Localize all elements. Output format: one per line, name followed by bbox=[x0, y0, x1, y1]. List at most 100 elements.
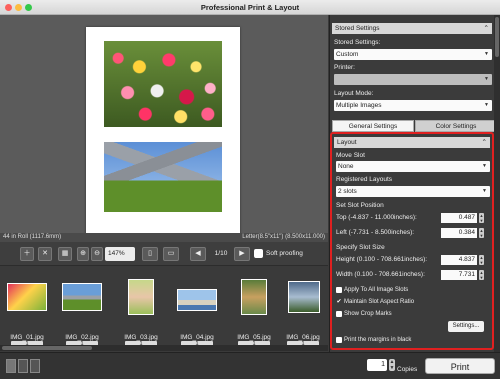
thumbnail-name: IMG_03.jpg bbox=[124, 334, 158, 341]
thumbnail-name: IMG_04.jpg bbox=[180, 334, 214, 341]
thumbnail-item[interactable]: IMG_03.jpg 1 bbox=[116, 277, 166, 348]
delete-image-button[interactable]: ✕ bbox=[38, 247, 52, 261]
preview-toolbar: ＋ ✕ ▦ ⊕ ⊖ 147% ▯ ▭ ◀ 1/10 ▶ Soft proofin… bbox=[0, 242, 328, 266]
thumbnail-image bbox=[62, 283, 102, 311]
copies-label: Copies bbox=[397, 366, 418, 373]
print-preview bbox=[0, 15, 328, 235]
thumbnail-scrollbar[interactable] bbox=[0, 345, 328, 351]
height-label: Height (0.100 - 708.661inches): bbox=[336, 256, 428, 263]
show-crop-marks-checkbox[interactable] bbox=[336, 311, 342, 317]
move-slot-select[interactable]: None ▼ bbox=[336, 161, 490, 172]
chevron-up-icon: ⌃ bbox=[481, 139, 487, 146]
chevron-down-icon: ▼ bbox=[484, 102, 489, 108]
image-slot-2[interactable] bbox=[104, 142, 222, 212]
maintain-aspect-checkbox[interactable]: ✔ bbox=[336, 299, 342, 305]
title-bar: Professional Print & Layout bbox=[0, 0, 500, 15]
left-input[interactable]: 0.384 bbox=[441, 228, 477, 238]
chevron-down-icon: ▼ bbox=[482, 188, 487, 194]
arrow-right-icon: ▶ bbox=[239, 250, 245, 257]
thumbnail-name: IMG_01.jpg bbox=[10, 334, 44, 341]
view-mode-list-button[interactable] bbox=[30, 359, 40, 373]
thumbnail-item[interactable]: IMG_04.jpg 1 bbox=[172, 277, 222, 348]
maintain-aspect-label: Maintain Slot Aspect Ratio bbox=[344, 299, 415, 305]
add-image-icon: ＋ bbox=[23, 250, 31, 257]
layout-options-button[interactable]: ▭ bbox=[163, 247, 179, 261]
scrollbar-thumb[interactable] bbox=[495, 17, 499, 57]
settings-panel: Stored Settings ⌃ Stored Settings: Custo… bbox=[329, 15, 500, 352]
add-image-button[interactable]: ＋ bbox=[20, 247, 34, 261]
copies-input[interactable]: 1 bbox=[367, 359, 387, 371]
stored-settings-select[interactable]: Custom ▼ bbox=[334, 49, 492, 60]
printer-select[interactable]: ▼ bbox=[334, 74, 492, 85]
thumbnail-item[interactable]: IMG_06.jpg 1 bbox=[278, 277, 328, 348]
apply-all-slots-label: Apply To All Image Slots bbox=[344, 287, 409, 293]
left-stepper[interactable]: ▲ ▼ bbox=[479, 228, 484, 238]
top-label: Top (-4.837 - 11.000inches): bbox=[336, 214, 417, 221]
zoom-out-button[interactable]: ⊖ bbox=[91, 247, 103, 261]
scrollbar-thumb[interactable] bbox=[2, 346, 92, 350]
registered-layouts-select[interactable]: 2 slots ▼ bbox=[336, 186, 490, 197]
paper-preview bbox=[86, 27, 240, 235]
soft-proofing-label: Soft proofing bbox=[266, 250, 303, 257]
thumbnail-name: IMG_02.jpg bbox=[65, 334, 99, 341]
settings-button[interactable]: Settings... bbox=[448, 321, 484, 332]
top-stepper[interactable]: ▲ ▼ bbox=[479, 213, 484, 223]
print-margins-checkbox[interactable] bbox=[336, 337, 342, 343]
next-page-button[interactable]: ▶ bbox=[234, 247, 250, 261]
thumbnail-item[interactable]: IMG_02.jpg 1 bbox=[57, 277, 107, 348]
image-slot-1[interactable] bbox=[104, 41, 222, 127]
width-input[interactable]: 7.731 bbox=[441, 270, 477, 280]
roll-info: 44 in Roll (1117.6mm) bbox=[3, 234, 62, 240]
thumbnail-name: IMG_06.jpg bbox=[286, 334, 320, 341]
page-icon: ▯ bbox=[148, 250, 152, 257]
layout-mode-select[interactable]: Multiple Images ▼ bbox=[334, 100, 492, 111]
height-stepper[interactable]: ▲ ▼ bbox=[479, 255, 484, 265]
chevron-down-icon: ▼ bbox=[482, 163, 487, 169]
soft-proofing-checkbox[interactable] bbox=[254, 249, 263, 258]
arrange-button[interactable]: ▦ bbox=[58, 247, 72, 261]
layout-header[interactable]: Layout ⌃ bbox=[334, 137, 490, 148]
specify-slot-size-label: Specify Slot Size bbox=[336, 244, 385, 251]
chevron-up-icon: ⌃ bbox=[483, 25, 489, 32]
stored-settings-label: Stored Settings: bbox=[334, 39, 381, 46]
thumbnail-image bbox=[128, 279, 154, 315]
section-title: Stored Settings bbox=[335, 25, 380, 32]
window-title: Professional Print & Layout bbox=[200, 3, 300, 12]
print-button[interactable]: Print bbox=[425, 358, 495, 374]
show-crop-marks-label: Show Crop Marks bbox=[344, 311, 392, 317]
select-value: 2 slots bbox=[338, 188, 357, 195]
thumbnail-item[interactable]: IMG_05.jpg 1 bbox=[229, 277, 279, 348]
apply-all-slots-checkbox[interactable] bbox=[336, 287, 342, 293]
status-bar: 44 in Roll (1117.6mm) Letter(8.5"x11") (… bbox=[0, 233, 328, 242]
zoom-select[interactable]: 147% bbox=[105, 247, 135, 261]
registered-layouts-label: Registered Layouts bbox=[336, 176, 393, 183]
thumbnail-item[interactable]: IMG_01.jpg 1 bbox=[2, 277, 52, 348]
delete-image-icon: ✕ bbox=[42, 250, 48, 257]
paper-orientation-button[interactable]: ▯ bbox=[142, 247, 158, 261]
page-number: 1/10 bbox=[214, 250, 228, 257]
tab-general-settings[interactable]: General Settings bbox=[332, 120, 414, 132]
copies-stepper[interactable]: ▲ ▼ bbox=[389, 359, 395, 371]
stored-settings-header[interactable]: Stored Settings ⌃ bbox=[332, 23, 492, 34]
view-mode-double-button[interactable] bbox=[18, 359, 28, 373]
print-margins-label: Print the margins in black bbox=[344, 337, 412, 343]
previous-page-button[interactable]: ◀ bbox=[190, 247, 206, 261]
select-value: Custom bbox=[336, 51, 359, 58]
panel-scrollbar[interactable] bbox=[494, 15, 500, 352]
left-label: Left (-7.731 - 8.500inches): bbox=[336, 229, 415, 236]
thumbnail-image bbox=[241, 279, 267, 315]
width-label: Width (0.100 - 708.661inches): bbox=[336, 271, 425, 278]
width-stepper[interactable]: ▲ ▼ bbox=[479, 270, 484, 280]
tab-color-settings[interactable]: Color Settings bbox=[415, 120, 497, 132]
thumbnail-image bbox=[7, 283, 47, 311]
height-input[interactable]: 4.837 bbox=[441, 255, 477, 265]
zoom-in-button[interactable]: ⊕ bbox=[77, 247, 89, 261]
thumbnail-image bbox=[177, 289, 217, 311]
top-input[interactable]: 0.487 bbox=[441, 213, 477, 223]
checkmark-icon: ✔ bbox=[336, 299, 342, 305]
arrow-left-icon: ◀ bbox=[195, 250, 201, 257]
select-value: Multiple Images bbox=[336, 102, 382, 109]
thumbnail-name: IMG_05.jpg bbox=[237, 334, 271, 341]
select-value: None bbox=[338, 163, 354, 170]
view-mode-single-button[interactable] bbox=[6, 359, 16, 373]
